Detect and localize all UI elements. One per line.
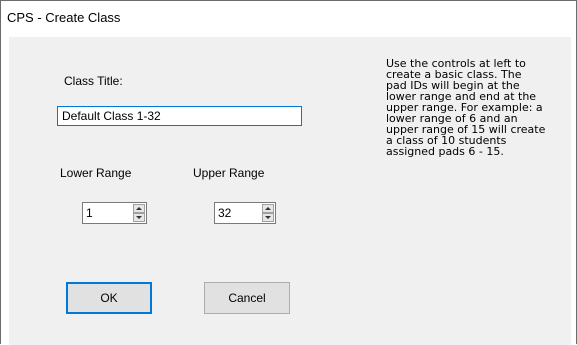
lower-range-value[interactable]: 1	[83, 203, 93, 223]
arrow-up-icon	[265, 207, 271, 210]
upper-range-decrement-button[interactable]	[262, 213, 274, 222]
dialog-client-area-bottom	[9, 317, 571, 345]
lower-range-decrement-button[interactable]	[133, 213, 145, 222]
upper-range-value[interactable]: 32	[215, 203, 231, 223]
arrow-down-icon	[136, 216, 142, 219]
window-title: CPS - Create Class	[7, 10, 121, 25]
lower-range-spin-buttons	[133, 204, 145, 222]
title-bar[interactable]: CPS - Create Class	[1, 1, 576, 37]
help-text-line: assigned pads 6 - 15.	[386, 145, 504, 158]
lower-range-spinner[interactable]: 1	[82, 202, 147, 224]
lower-range-label: Lower Range	[60, 166, 132, 180]
window-frame-left	[1, 37, 9, 345]
arrow-down-icon	[265, 216, 271, 219]
cancel-button[interactable]: Cancel	[204, 282, 290, 314]
create-class-dialog: CPS - Create Class Class Title: Lower Ra…	[0, 0, 577, 345]
lower-range-increment-button[interactable]	[133, 204, 145, 213]
upper-range-spinner[interactable]: 32	[214, 202, 276, 224]
help-text: Use the controls at left to create a bas…	[386, 58, 576, 157]
class-title-label: Class Title:	[64, 74, 123, 88]
class-title-input[interactable]	[57, 106, 302, 126]
upper-range-spin-buttons	[262, 204, 274, 222]
ok-button[interactable]: OK	[66, 282, 152, 314]
upper-range-label: Upper Range	[193, 166, 265, 180]
upper-range-increment-button[interactable]	[262, 204, 274, 213]
arrow-up-icon	[136, 207, 142, 210]
